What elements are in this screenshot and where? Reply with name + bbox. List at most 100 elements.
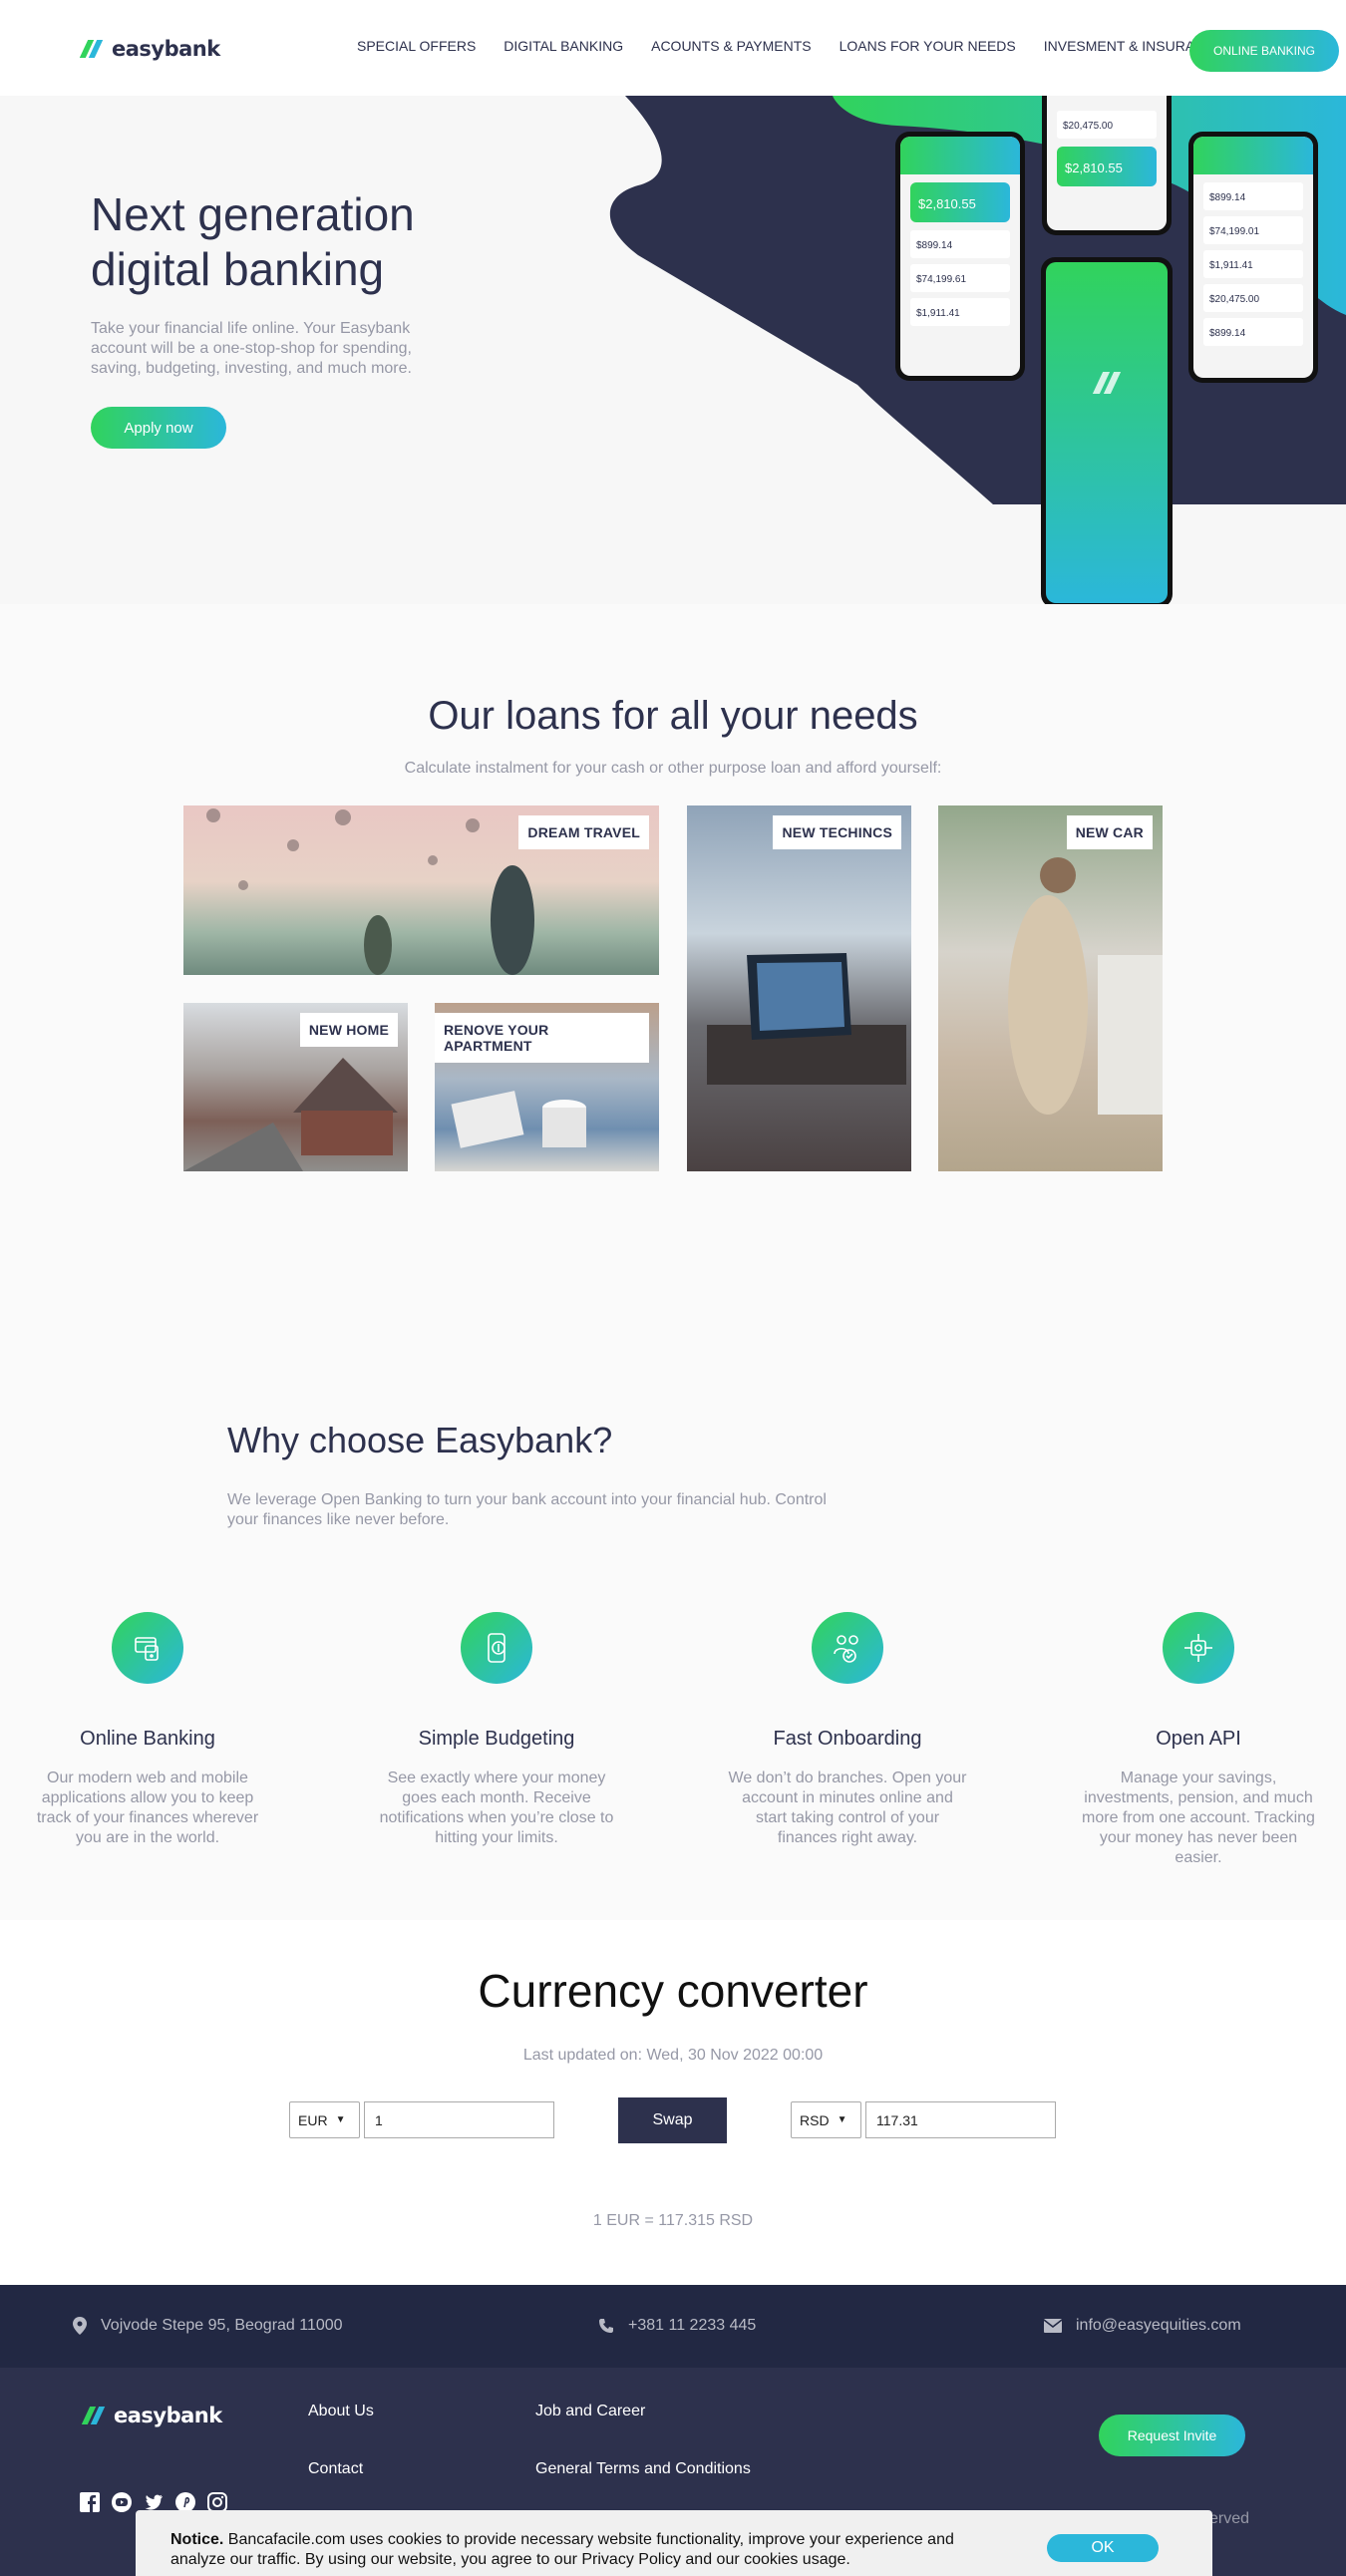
logo-mark-icon bbox=[81, 2407, 106, 2424]
phone-mockup-center bbox=[1041, 257, 1173, 604]
laptop-image bbox=[707, 953, 906, 1085]
cookie-ok-button[interactable]: OK bbox=[1047, 2534, 1159, 2562]
converter-title: Currency converter bbox=[478, 1965, 868, 2017]
phone-amount: $20,475.00 bbox=[1209, 294, 1260, 305]
feature-open-api: Open API Manage your savings, investment… bbox=[1069, 1612, 1328, 1868]
instagram-icon[interactable] bbox=[207, 2492, 227, 2512]
youtube-icon[interactable] bbox=[112, 2492, 132, 2512]
nav-loans[interactable]: LOANS FOR YOUR NEEDS bbox=[840, 38, 1016, 54]
chevron-down-icon: ▼ bbox=[335, 2114, 346, 2125]
feature-online-banking: Online Banking Our modern web and mobile… bbox=[18, 1612, 277, 1848]
logo-mark-icon bbox=[79, 40, 104, 58]
why-title: Why choose Easybank? bbox=[227, 1420, 613, 1460]
cookie-label: Notice. bbox=[170, 2531, 224, 2548]
footer-logo-text: easybank bbox=[114, 2404, 222, 2427]
tile-label: RENOVE YOUR APARTMENT bbox=[435, 1013, 649, 1063]
twitter-icon[interactable] bbox=[144, 2492, 164, 2512]
hero-title: Next generation digital banking bbox=[91, 188, 415, 295]
loan-tile-new-home[interactable]: NEW HOME bbox=[183, 1003, 408, 1171]
loan-tile-dream-travel[interactable]: DREAM TRAVEL bbox=[183, 805, 659, 975]
cookie-notice: Notice. Bancafacile.com uses cookies to … bbox=[136, 2510, 1212, 2576]
from-currency-value: EUR bbox=[298, 2111, 328, 2128]
logo-text: easybank bbox=[112, 37, 220, 61]
from-amount-input[interactable]: 1 bbox=[364, 2101, 554, 2138]
envelope-icon bbox=[1044, 2319, 1062, 2333]
cookie-message: Notice. Bancafacile.com uses cookies to … bbox=[170, 2530, 988, 2570]
to-currency-select[interactable]: RSD ▼ bbox=[791, 2101, 861, 2138]
nav-digital-banking[interactable]: DIGITAL BANKING bbox=[504, 38, 623, 54]
pinterest-icon[interactable] bbox=[175, 2492, 195, 2512]
loan-tile-new-technics[interactable]: NEW TECHINCS bbox=[687, 805, 911, 1171]
nav-accounts-payments[interactable]: ACOUNTS & PAYMENTS bbox=[651, 38, 812, 54]
feature-text: Our modern web and mobile applications a… bbox=[36, 1770, 259, 1846]
tile-label: NEW TECHINCS bbox=[773, 815, 901, 849]
nav-special-offers[interactable]: SPECIAL OFFERS bbox=[357, 38, 476, 54]
from-currency-select[interactable]: EUR ▼ bbox=[289, 2101, 360, 2138]
phone-text: +381 11 2233 445 bbox=[628, 2317, 757, 2334]
apply-now-button[interactable]: Apply now bbox=[91, 407, 226, 449]
phone-balance: $2,810.55 bbox=[1065, 161, 1123, 175]
onboarding-icon bbox=[812, 1612, 883, 1684]
loans-title: Our loans for all your needs bbox=[428, 694, 918, 738]
footer-link-about[interactable]: About Us bbox=[308, 2403, 374, 2420]
phone-amount: $899.14 bbox=[1209, 328, 1246, 339]
budgeting-icon bbox=[461, 1612, 532, 1684]
phone-amount: $1,911.41 bbox=[916, 308, 960, 319]
feature-simple-budgeting: Simple Budgeting See exactly where your … bbox=[367, 1612, 626, 1848]
location-pin-icon bbox=[73, 2317, 87, 2335]
footer-link-terms[interactable]: General Terms and Conditions bbox=[535, 2460, 751, 2478]
feature-title: Online Banking bbox=[80, 1728, 215, 1750]
phone-amount: $899.14 bbox=[1209, 192, 1246, 203]
phone-amount: $20,475.00 bbox=[1063, 121, 1114, 132]
online-banking-icon bbox=[112, 1612, 183, 1684]
to-currency-value: RSD bbox=[800, 2111, 830, 2128]
phone-mockup-left: $2,810.55 $899.14 $74,199.61 $1,911.41 bbox=[895, 132, 1025, 381]
to-amount-input[interactable]: 117.31 bbox=[865, 2101, 1056, 2138]
phone-balance: $2,810.55 bbox=[918, 196, 976, 211]
to-amount-value: 117.31 bbox=[876, 2111, 918, 2128]
feature-text: See exactly where your money goes each m… bbox=[379, 1770, 614, 1846]
loan-tile-new-car[interactable]: NEW CAR bbox=[938, 805, 1163, 1171]
contact-strip: Vojvode Stepe 95, Beograd 11000 +381 11 … bbox=[0, 2285, 1346, 2368]
logo[interactable]: easybank bbox=[79, 37, 220, 61]
converter-updated: Last updated on: Wed, 30 Nov 2022 00:00 bbox=[522, 2047, 824, 2064]
cookie-text: Bancafacile.com uses cookies to provide … bbox=[170, 2531, 954, 2568]
tile-label: DREAM TRAVEL bbox=[518, 815, 649, 849]
site-header: easybank SPECIAL OFFERS DIGITAL BANKING … bbox=[0, 0, 1346, 96]
footer-link-career[interactable]: Job and Career bbox=[535, 2403, 645, 2420]
social-links bbox=[80, 2492, 239, 2512]
phone-amount: $899.14 bbox=[916, 240, 953, 251]
loan-tile-renovate-apartment[interactable]: RENOVE YOUR APARTMENT bbox=[435, 1003, 659, 1171]
main-nav: SPECIAL OFFERS DIGITAL BANKING ACOUNTS &… bbox=[357, 38, 1252, 54]
from-amount-value: 1 bbox=[375, 2111, 383, 2128]
contact-email[interactable]: info@easyequities.com bbox=[1044, 2317, 1241, 2335]
phone-amount: $74,199.01 bbox=[1209, 226, 1260, 237]
tile-label: NEW CAR bbox=[1066, 815, 1153, 849]
tile-label: NEW HOME bbox=[299, 1013, 398, 1047]
conversion-rate: 1 EUR = 117.315 RSD bbox=[592, 2212, 754, 2229]
phone-icon bbox=[599, 2319, 613, 2333]
feature-title: Fast Onboarding bbox=[773, 1728, 922, 1750]
api-icon bbox=[1163, 1612, 1234, 1684]
phone-amount: $1,911.41 bbox=[1209, 260, 1253, 271]
loans-subtitle: Calculate instalment for your cash or ot… bbox=[404, 760, 942, 777]
feature-text: We don’t do branches. Open your account … bbox=[728, 1770, 967, 1846]
contact-phone[interactable]: +381 11 2233 445 bbox=[598, 2317, 756, 2335]
footer-link-contact[interactable]: Contact bbox=[308, 2460, 363, 2478]
feature-title: Simple Budgeting bbox=[418, 1728, 575, 1750]
phone-mockup-right: $899.14 $74,199.01 $1,911.41 $20,475.00 … bbox=[1188, 132, 1318, 383]
feature-text: Manage your savings, investments, pensio… bbox=[1082, 1770, 1315, 1866]
phone-amount: $74,199.61 bbox=[916, 274, 967, 285]
hero-section: Next generation digital banking Take you… bbox=[0, 96, 1346, 604]
online-banking-button[interactable]: ONLINE BANKING bbox=[1189, 30, 1339, 72]
footer-logo[interactable]: easybank bbox=[81, 2404, 222, 2427]
phone-mockup-top: $20,475.00 $2,810.55 bbox=[1042, 96, 1172, 235]
hero-text: Take your financial life online. Your Ea… bbox=[91, 320, 412, 377]
swap-button[interactable]: Swap bbox=[618, 2097, 727, 2143]
facebook-icon[interactable] bbox=[80, 2492, 100, 2512]
request-invite-button[interactable]: Request Invite bbox=[1099, 2415, 1245, 2456]
email-text: info@easyequities.com bbox=[1076, 2317, 1241, 2334]
phone-logo-icon bbox=[1092, 372, 1124, 394]
chevron-down-icon: ▼ bbox=[837, 2114, 847, 2125]
currency-converter: Currency converter Last updated on: Wed,… bbox=[0, 1920, 1346, 2285]
